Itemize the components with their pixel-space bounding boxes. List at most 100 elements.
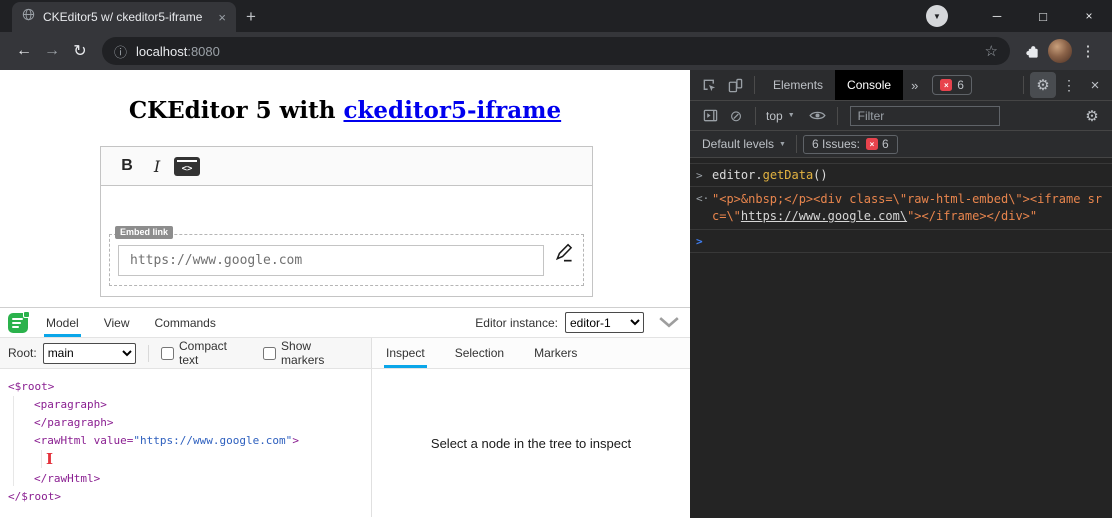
devtools-close-icon[interactable]: ×	[1082, 72, 1108, 98]
ckeditor-inspector: Model View Commands Editor instance: edi…	[0, 307, 690, 518]
tab-selection[interactable]: Selection	[453, 338, 506, 368]
divider	[836, 106, 838, 125]
show-markers-checkbox[interactable]: Show markers	[263, 339, 357, 367]
extensions-puzzle-icon[interactable]	[1018, 37, 1046, 65]
embed-url-value: https://www.google.com	[130, 253, 303, 268]
tab-model[interactable]: Model	[44, 308, 81, 337]
html-embed-icon: <>	[174, 156, 200, 176]
model-controls: Root: main Compact text Show markers	[0, 338, 372, 368]
default-levels-dropdown[interactable]: Default levels ▼	[698, 137, 790, 151]
console-prompt-row[interactable]: >	[690, 230, 1112, 253]
tree-node-rawhtml-close[interactable]: </rawHtml>	[8, 470, 371, 488]
inspector-subheader: Root: main Compact text Show markers Ins…	[0, 338, 690, 369]
divider	[795, 135, 797, 153]
ckeditor-content-area[interactable]: Embed link https://www.google.com	[101, 186, 592, 296]
tab-title: CKEditor5 w/ ckeditor5-iframe	[43, 10, 203, 24]
console-settings-gear-icon[interactable]: ⚙	[1079, 103, 1105, 129]
divider	[755, 106, 756, 125]
embed-widget[interactable]: Embed link https://www.google.com	[109, 226, 584, 286]
console-input-chevron: >	[696, 169, 703, 182]
context-selector[interactable]: top ▼	[762, 109, 799, 123]
caret-down-icon: ▼	[779, 140, 786, 148]
device-toolbar-icon[interactable]	[722, 72, 748, 98]
compact-text-checkbox[interactable]: Compact text	[161, 339, 249, 367]
tree-node-rawhtml-open[interactable]: <rawHtml value="https://www.google.com">	[8, 432, 371, 450]
more-tabs-icon[interactable]: »	[903, 78, 926, 93]
console-prompt-chevron: >	[696, 235, 703, 248]
download-indicator-icon[interactable]: ▼	[926, 5, 948, 27]
tab-view[interactable]: View	[102, 308, 132, 337]
console-infobar: Default levels ▼ 6 Issues: × 6	[690, 131, 1112, 158]
ckeditor-toolbar: B I <>	[101, 147, 592, 186]
pane-tabs: Inspect Selection Markers	[372, 338, 690, 368]
url-host: localhost	[136, 43, 188, 59]
tab-markers[interactable]: Markers	[532, 338, 579, 368]
editor-instance-label: Editor instance:	[475, 315, 558, 330]
indent-guide	[13, 396, 14, 486]
clear-console-icon[interactable]: ⊘	[723, 103, 749, 129]
tree-node-paragraph-open[interactable]: <paragraph>	[8, 396, 371, 414]
console-result-arrow: <·	[696, 192, 710, 205]
devtools-tabbar-right: ⚙ ⋮ ×	[1017, 72, 1112, 98]
tab-commands[interactable]: Commands	[152, 308, 217, 337]
tab-close-icon[interactable]: ×	[218, 10, 226, 25]
new-tab-button[interactable]: +	[246, 7, 256, 27]
tree-node-root-close[interactable]: </$root>	[8, 488, 371, 506]
tab-inspect[interactable]: Inspect	[384, 338, 427, 368]
italic-button[interactable]: I	[142, 151, 172, 181]
selection-cursor-icon: I	[46, 450, 54, 468]
page-content: CKEditor 5 with ckeditor5-iframe B I <> …	[0, 70, 690, 518]
forward-button[interactable]: →	[38, 37, 66, 65]
issue-icon: ×	[866, 138, 879, 150]
devtools-panel: Elements Console » × 6 ⚙ ⋮ × ⊘ top ▼ Fil…	[690, 70, 1112, 518]
settings-gear-icon[interactable]: ⚙	[1030, 72, 1056, 98]
reload-button[interactable]: ↻	[66, 37, 94, 65]
window-close-button[interactable]: ×	[1066, 0, 1112, 32]
embed-link-label: Embed link	[115, 226, 174, 239]
console-filter-input[interactable]	[849, 105, 1000, 126]
divider	[1023, 76, 1024, 94]
avatar-image	[1048, 39, 1072, 63]
model-tree[interactable]: <$root> <paragraph> </paragraph> <rawHtm…	[0, 369, 372, 517]
ckeditor5-iframe-link[interactable]: ckeditor5-iframe	[343, 97, 561, 124]
root-select[interactable]: main	[42, 342, 136, 364]
divider	[754, 76, 755, 94]
tree-node-root-open[interactable]: <$root>	[8, 378, 371, 396]
edit-pencil-icon[interactable]	[554, 243, 573, 267]
profile-avatar[interactable]	[1046, 37, 1074, 65]
inspect-element-icon[interactable]	[696, 72, 722, 98]
back-button[interactable]: ←	[10, 37, 38, 65]
console-result-string: "<p>&nbsp;</p><div class=\"raw-html-embe…	[712, 192, 1103, 223]
console-sidebar-icon[interactable]	[697, 103, 723, 129]
console-result-row[interactable]: <· "<p>&nbsp;</p><div class=\"raw-html-e…	[690, 187, 1112, 230]
embed-url-input[interactable]: https://www.google.com	[118, 245, 544, 276]
show-markers-box[interactable]	[263, 346, 277, 360]
caret-down-icon: ▼	[787, 112, 795, 119]
devtools-tab-console[interactable]: Console	[835, 70, 904, 100]
bookmark-star-icon[interactable]: ☆	[985, 42, 998, 60]
console-input-row[interactable]: > editor.getData()	[690, 163, 1112, 187]
bold-button[interactable]: B	[112, 151, 142, 181]
devtools-menu-icon[interactable]: ⋮	[1056, 72, 1082, 98]
window-minimize-button[interactable]: ─	[974, 0, 1020, 32]
divider	[148, 344, 149, 362]
devtools-tab-elements[interactable]: Elements	[761, 70, 835, 100]
browser-menu-icon[interactable]: ⋮	[1074, 37, 1102, 65]
main-area: CKEditor 5 with ckeditor5-iframe B I <> …	[0, 70, 1112, 518]
tree-node-paragraph-close[interactable]: </paragraph>	[8, 414, 371, 432]
editor-instance-select[interactable]: editor-1	[565, 312, 644, 333]
ckeditor-widget: B I <> Embed link https://www.google.com	[100, 146, 593, 297]
ckeditor-logo-icon	[8, 310, 30, 333]
address-bar[interactable]: ⓘ localhost :8080 ☆	[102, 37, 1010, 65]
browser-tab[interactable]: CKEditor5 w/ ckeditor5-iframe ×	[12, 2, 236, 32]
error-count-badge[interactable]: × 6	[932, 75, 972, 95]
html-embed-button[interactable]: <>	[172, 151, 202, 181]
console-result-link[interactable]: https://www.google.com\	[741, 209, 907, 223]
compact-text-box[interactable]	[161, 346, 174, 360]
window-maximize-button[interactable]: □	[1020, 0, 1066, 32]
console-log[interactable]: > editor.getData() <· "<p>&nbsp;</p><div…	[690, 158, 1112, 518]
site-info-icon[interactable]: ⓘ	[114, 42, 127, 61]
chevron-down-icon[interactable]	[658, 317, 680, 328]
issues-chip[interactable]: 6 Issues: × 6	[802, 134, 898, 154]
eye-icon[interactable]	[805, 103, 831, 129]
